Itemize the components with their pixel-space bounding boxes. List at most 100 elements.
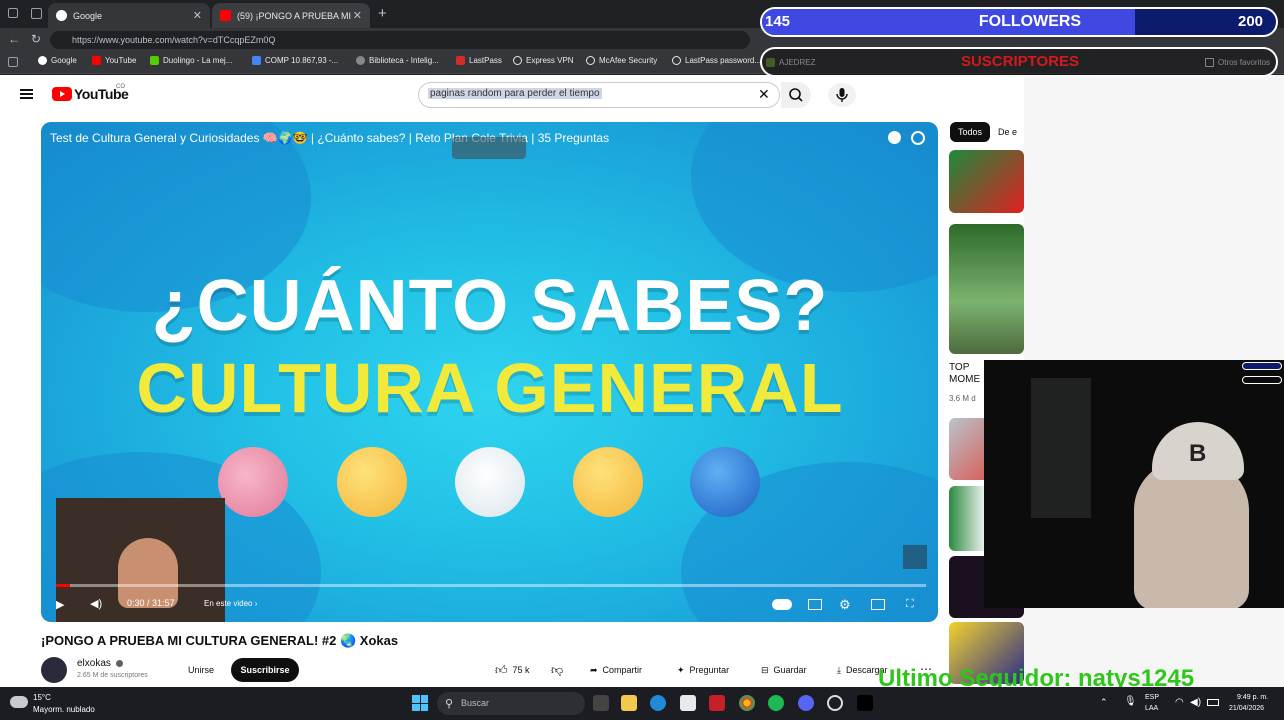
language-code[interactable]: ESP (1145, 694, 1159, 701)
tab-search-icon[interactable] (8, 8, 18, 18)
weather-temperature[interactable]: 15°C (33, 693, 51, 702)
discord-icon[interactable] (798, 695, 814, 711)
verified-icon (116, 660, 123, 667)
miniplayer-icon[interactable] (871, 599, 885, 610)
new-tab-icon[interactable]: + (378, 5, 387, 22)
bookmark-youtube[interactable]: YouTube (92, 56, 136, 65)
wall-painting (1031, 378, 1091, 518)
weather-cloud-icon[interactable] (10, 696, 28, 708)
reload-icon[interactable]: ↻ (31, 32, 41, 46)
nerd-face-icon (573, 447, 643, 517)
spotify-icon[interactable] (768, 695, 784, 711)
blank-area (1024, 75, 1284, 360)
mini-followers-bar (1242, 362, 1282, 370)
ask-button[interactable]: ✦ Preguntar (677, 658, 729, 682)
recommended-title[interactable]: TOP MOME (949, 362, 980, 386)
microphone-icon[interactable]: 🎙︎ (1124, 696, 1137, 707)
windows-start-icon[interactable] (412, 695, 428, 711)
progress-played (56, 584, 70, 587)
globe-icon (672, 56, 681, 65)
watch-later-icon[interactable] (888, 131, 901, 144)
chip-all[interactable]: Todos (950, 122, 990, 142)
channel-name[interactable]: elxokas (77, 658, 111, 669)
url-input[interactable]: https://www.youtube.com/watch?v=dTCcqpEZ… (50, 31, 750, 49)
headline-question: ¿CUÁNTO SABES? (151, 266, 829, 346)
channel-avatar[interactable] (41, 657, 67, 683)
clear-search-icon[interactable]: ✕ (758, 86, 770, 103)
bookmark-expressvpn[interactable]: Express VPN (513, 56, 574, 65)
bookmark-comp[interactable]: COMP 10.867,93 -... (252, 56, 338, 65)
voice-search-button[interactable] (828, 83, 856, 107)
chapters-button[interactable]: En este video › (204, 599, 257, 608)
subtitles-icon[interactable] (808, 599, 822, 610)
store-icon[interactable] (680, 695, 696, 711)
file-explorer-icon[interactable] (621, 695, 637, 711)
google-icon (38, 56, 47, 65)
play-icon[interactable]: ▶ (56, 598, 64, 611)
bookmark-biblioteca[interactable]: Biblioteca - Intelig... (356, 56, 439, 65)
bookmark-icon: ⊟ (761, 665, 769, 675)
recommended-views: 3.6 M d (949, 394, 976, 403)
edge-icon[interactable] (650, 695, 666, 711)
channel-watermark-icon[interactable] (903, 545, 927, 569)
recommended-thumbnail[interactable] (949, 224, 1024, 354)
progress-bar[interactable] (56, 584, 926, 587)
amd-icon[interactable] (709, 695, 725, 711)
autoplay-toggle[interactable] (772, 599, 792, 610)
battery-icon[interactable] (1207, 699, 1219, 706)
taskbar-search-placeholder[interactable]: Buscar (461, 698, 489, 708)
bookmark-mcafee[interactable]: McAfee Security (586, 56, 657, 65)
wifi-icon[interactable]: ◠ (1175, 697, 1184, 708)
volume-icon[interactable]: ◀) (90, 597, 102, 610)
bookmark-duolingo[interactable]: Duolingo - La mej... (150, 56, 232, 65)
followers-label: FOLLOWERS (978, 13, 1082, 30)
save-button[interactable]: ⊟ Guardar (761, 658, 807, 682)
tab-google[interactable]: Google ✕ (48, 3, 210, 28)
thinking-face-icon (337, 447, 407, 517)
share-button[interactable]: ➦ Compartir (590, 658, 642, 682)
recommended-thumbnail[interactable] (949, 150, 1024, 213)
clock-time[interactable]: 9:49 p. m. (1237, 694, 1268, 701)
bookmark-google[interactable]: Google (38, 56, 77, 65)
search-input[interactable]: paginas random para perder el tiempo (428, 88, 602, 99)
windows-taskbar (0, 687, 1284, 720)
bookmark-lastpass[interactable]: LastPass (456, 56, 502, 65)
chip-from-channel[interactable]: De e (998, 122, 1017, 142)
followers-target: 200 (1238, 13, 1264, 30)
dislike-button[interactable]: 👎︎ (551, 663, 563, 678)
chrome-icon[interactable] (739, 695, 755, 711)
brain-icon (218, 447, 288, 517)
show-hidden-icons[interactable]: ⌃ (1100, 697, 1108, 708)
weather-description[interactable]: Mayorm. nublado (33, 705, 95, 714)
person-figure (1134, 460, 1249, 610)
video-toolbar[interactable] (452, 137, 526, 159)
headline-topic: CULTURA GENERAL (136, 349, 844, 427)
keyboard-layout[interactable]: LAA (1145, 705, 1158, 712)
like-button[interactable]: 👍︎ 75 k (495, 658, 530, 682)
sparkle-icon: ✦ (677, 665, 685, 675)
obs-icon[interactable] (827, 695, 843, 711)
volume-icon[interactable]: ◀) (1190, 697, 1201, 708)
bookmark-lastpass-password[interactable]: LastPass password... (672, 56, 761, 65)
join-button[interactable]: Unirse (186, 658, 216, 682)
globe-icon (586, 56, 595, 65)
settings-gear-icon[interactable]: ⚙ (839, 597, 851, 613)
tiktok-icon[interactable] (857, 695, 873, 711)
tab-youtube[interactable]: (59) ¡PONGO A PRUEBA MI CULTU ✕ (212, 3, 370, 28)
cap-logo-icon: B (1189, 440, 1207, 467)
search-button[interactable] (781, 82, 811, 108)
task-view-icon[interactable] (593, 695, 609, 711)
youtube-logo-icon[interactable] (52, 87, 72, 101)
back-icon[interactable]: ← (8, 32, 20, 46)
menu-icon[interactable] (20, 89, 33, 99)
subscribe-button[interactable]: Suscribirse (231, 658, 299, 682)
close-tab-icon[interactable]: ✕ (193, 9, 202, 22)
bookmarks-menu-icon[interactable] (8, 57, 18, 67)
close-tab-icon[interactable]: ✕ (353, 9, 362, 22)
share-arrow-icon: ➦ (590, 665, 598, 675)
share-icon[interactable] (911, 131, 925, 145)
clock-date[interactable]: 21/04/2026 (1229, 705, 1264, 712)
fullscreen-icon[interactable]: ⛶ (906, 598, 914, 611)
workspaces-icon[interactable] (31, 8, 42, 19)
taskbar-search[interactable] (437, 692, 585, 715)
